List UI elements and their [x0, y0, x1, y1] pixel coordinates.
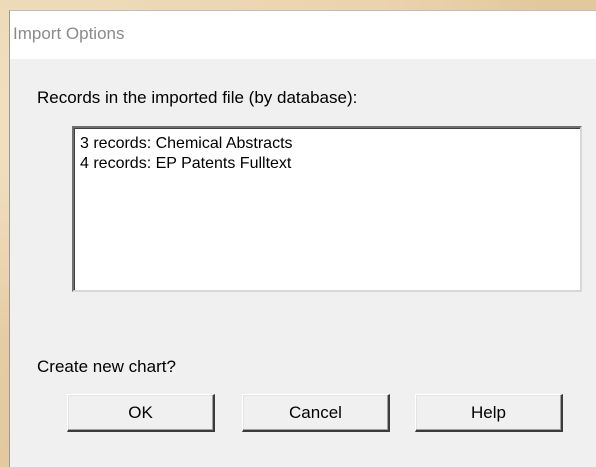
- dialog-body: Records in the imported file (by databas…: [10, 59, 596, 467]
- ok-button[interactable]: OK: [67, 394, 215, 432]
- title-bar[interactable]: Import Options: [10, 11, 596, 59]
- records-label: Records in the imported file (by databas…: [37, 88, 358, 107]
- records-listbox[interactable]: 3 records: Chemical Abstracts 4 records:…: [72, 126, 582, 292]
- create-chart-prompt: Create new chart?: [37, 357, 176, 376]
- help-button[interactable]: Help: [415, 394, 563, 432]
- list-item[interactable]: 4 records: EP Patents Fulltext: [80, 154, 580, 174]
- list-item[interactable]: 3 records: Chemical Abstracts: [80, 134, 580, 154]
- import-options-dialog: Import Options Records in the imported f…: [9, 10, 596, 467]
- dialog-title: Import Options: [13, 24, 125, 43]
- cancel-button[interactable]: Cancel: [242, 394, 390, 432]
